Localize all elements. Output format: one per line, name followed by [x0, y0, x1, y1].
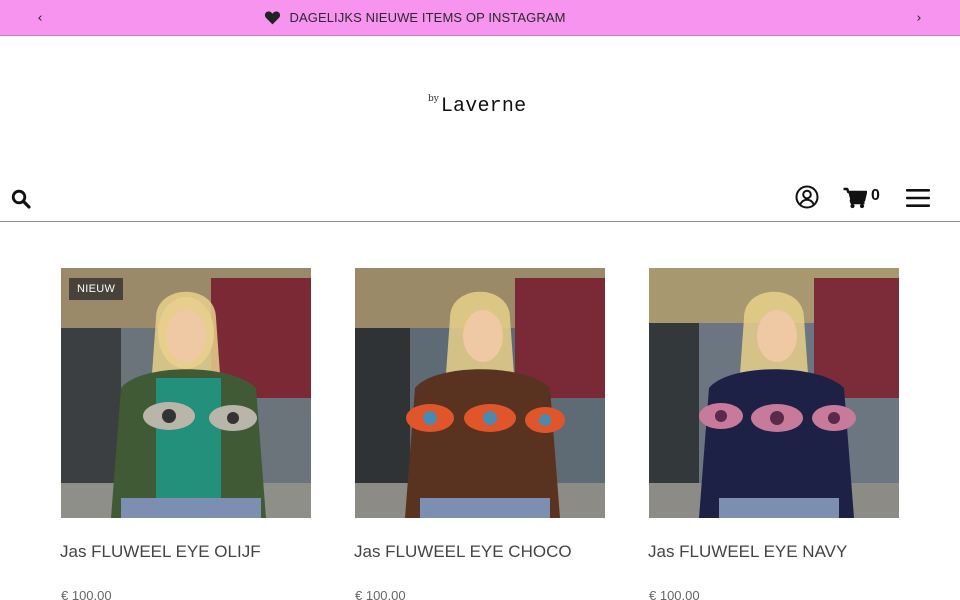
jacket-shape: [699, 369, 854, 518]
announcement-bar: ‹ DAGELIJKS NIEUWE ITEMS OP INSTAGRAM ›: [0, 0, 960, 36]
product-price: € 100,00: [355, 588, 406, 600]
chevron-right-icon[interactable]: ›: [909, 8, 929, 28]
new-badge: NIEUW: [69, 278, 124, 300]
heart-icon: [265, 11, 281, 25]
product-image[interactable]: [649, 268, 899, 518]
product-title[interactable]: Jas FLUWEEL EYE NAVY: [648, 542, 847, 562]
product-price: € 100,00: [649, 588, 700, 600]
announcement-message[interactable]: DAGELIJKS NIEUWE ITEMS OP INSTAGRAM: [264, 10, 565, 25]
product-price: € 100,00: [61, 588, 112, 600]
cart-count[interactable]: 0: [871, 187, 880, 205]
product-image[interactable]: NIEUW: [61, 268, 311, 518]
jacket-shape: [405, 369, 560, 518]
header-navbar: 0: [0, 170, 960, 222]
logo-name: Laverne: [440, 95, 527, 118]
announcement-text: DAGELIJKS NIEUWE ITEMS OP INSTAGRAM: [289, 10, 566, 25]
product-card[interactable]: Jas FLUWEEL EYE CHOCO € 100,00: [354, 268, 607, 600]
product-title[interactable]: Jas FLUWEEL EYE CHOCO: [354, 542, 572, 562]
site-logo[interactable]: by Laverne: [428, 82, 538, 132]
product-card[interactable]: NIEUW Jas FLUWEEL EYE OLIJF € 100,00: [60, 268, 313, 600]
product-title[interactable]: Jas FLUWEEL EYE OLIJF: [60, 542, 261, 562]
logo-prefix: by: [428, 94, 439, 104]
chevron-left-icon[interactable]: ‹: [30, 8, 50, 28]
search-icon[interactable]: [10, 188, 32, 210]
shopping-cart-icon[interactable]: [842, 186, 868, 210]
user-circle-icon[interactable]: [795, 185, 819, 209]
product-image[interactable]: [355, 268, 605, 518]
hamburger-menu-icon[interactable]: [906, 187, 930, 209]
product-card[interactable]: Jas FLUWEEL EYE NAVY € 100,00: [648, 268, 901, 600]
